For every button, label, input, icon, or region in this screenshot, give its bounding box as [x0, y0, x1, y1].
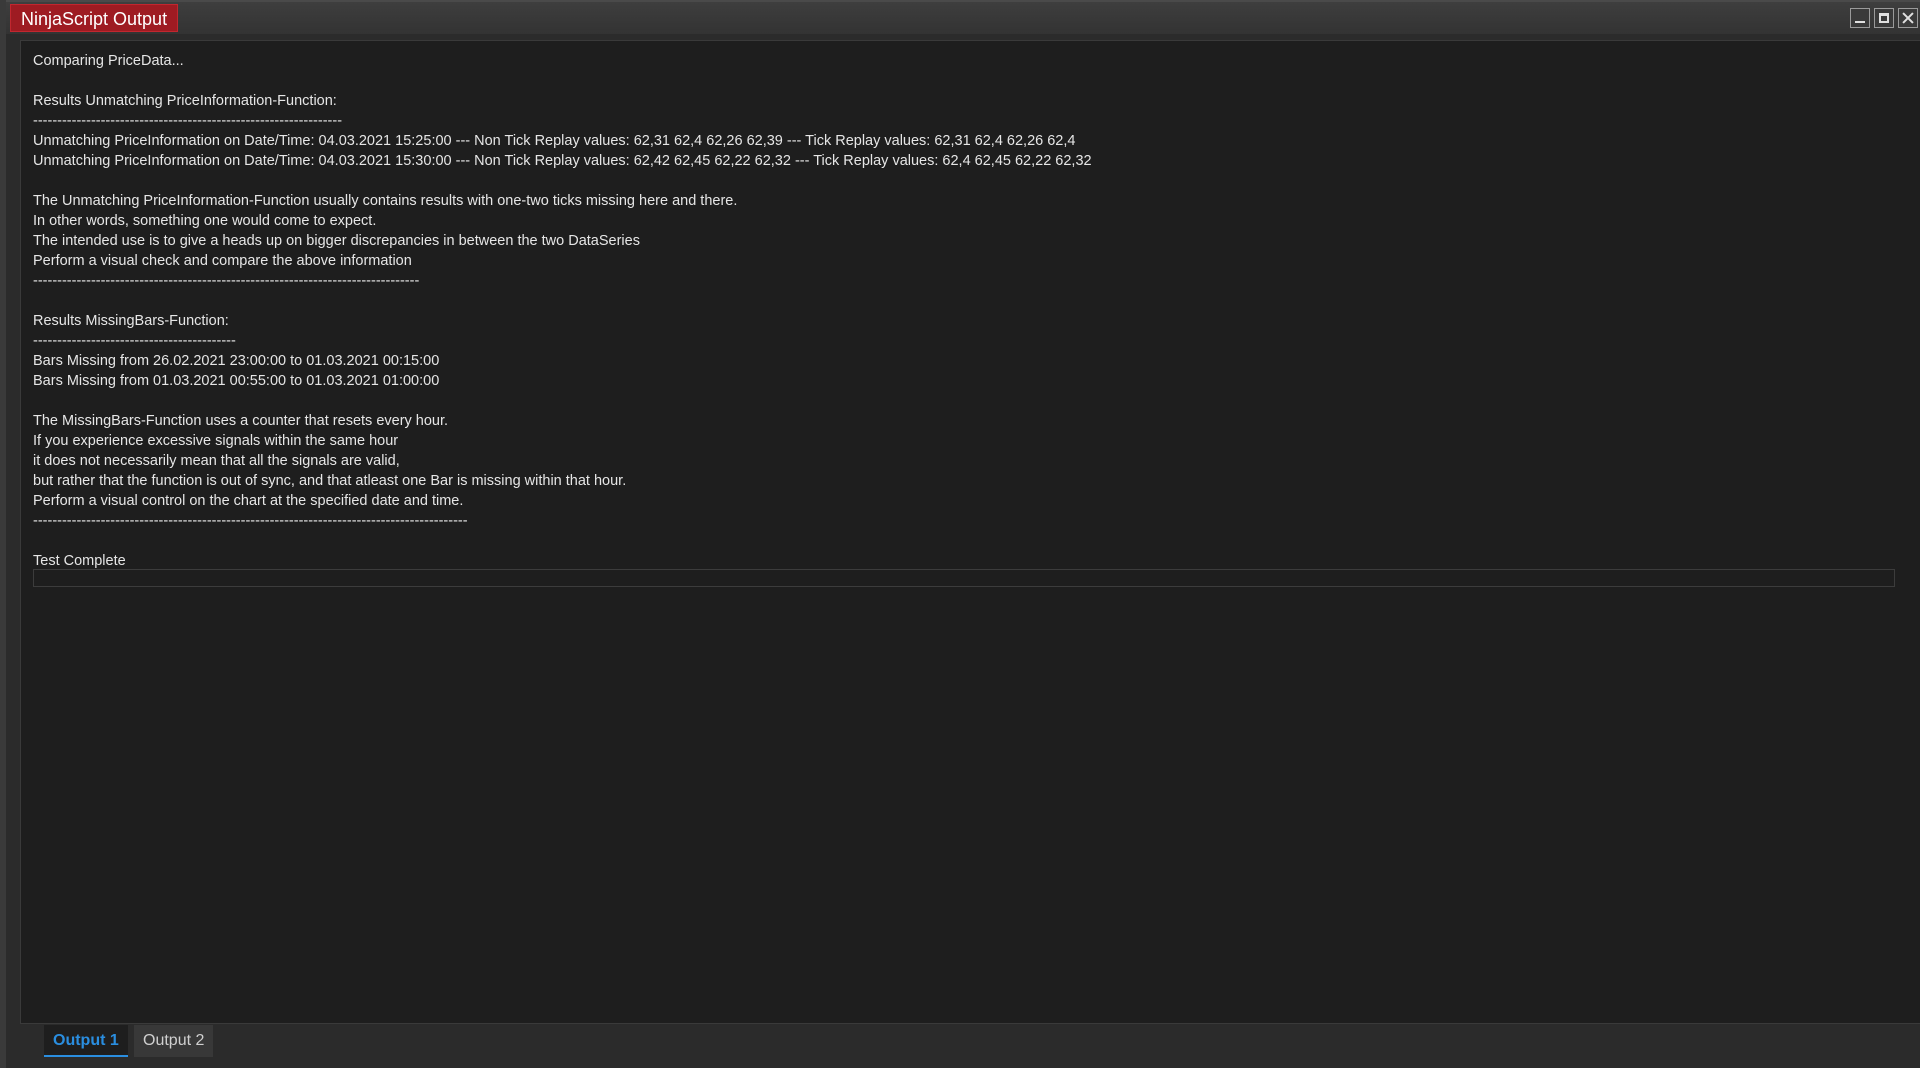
output-line: Test Complete	[33, 553, 126, 569]
output-line: Bars Missing from 26.02.2021 23:00:00 to…	[33, 353, 440, 369]
output-line: ----------------------------------------…	[33, 333, 236, 349]
output-text-area[interactable]: Comparing PriceData... Results Unmatchin…	[20, 40, 1920, 1024]
output-line: Comparing PriceData...	[33, 53, 184, 69]
output-line: ----------------------------------------…	[33, 513, 468, 529]
output-line: Perform a visual control on the chart at…	[33, 493, 464, 509]
output-line: Results MissingBars-Function:	[33, 313, 229, 329]
output-line: In other words, something one would come…	[33, 213, 377, 229]
output-line: The MissingBars-Function uses a counter …	[33, 413, 449, 429]
output-line: it does not necessarily mean that all th…	[33, 453, 400, 469]
maximize-icon[interactable]	[1874, 8, 1894, 28]
output-line: but rather that the function is out of s…	[33, 473, 627, 489]
tab-output-1[interactable]: Output 1	[44, 1025, 128, 1057]
ninjascript-output-window: NinjaScript Output Comparing PriceData..…	[0, 0, 1920, 1068]
minimize-icon[interactable]	[1850, 8, 1870, 28]
tab-output-2[interactable]: Output 2	[134, 1025, 214, 1057]
output-line: Unmatching PriceInformation on Date/Time…	[33, 153, 1092, 169]
output-line: Perform a visual check and compare the a…	[33, 253, 412, 269]
window-controls	[1850, 8, 1918, 28]
close-icon[interactable]	[1898, 8, 1918, 28]
output-line: ----------------------------------------…	[33, 273, 420, 289]
output-line: If you experience excessive signals with…	[33, 433, 399, 449]
output-line: The intended use is to give a heads up o…	[33, 233, 640, 249]
window-title[interactable]: NinjaScript Output	[10, 4, 179, 32]
output-tab-bar: Output 1 Output 2	[6, 1024, 1920, 1068]
output-line: Bars Missing from 01.03.2021 00:55:00 to…	[33, 373, 440, 389]
title-bar[interactable]: NinjaScript Output	[6, 0, 1920, 34]
output-line: ----------------------------------------…	[33, 113, 343, 129]
output-line: Results Unmatching PriceInformation-Func…	[33, 93, 337, 109]
output-line: Unmatching PriceInformation on Date/Time…	[33, 133, 1076, 149]
output-line: The Unmatching PriceInformation-Function…	[33, 193, 738, 209]
output-input-field[interactable]	[33, 569, 1895, 587]
